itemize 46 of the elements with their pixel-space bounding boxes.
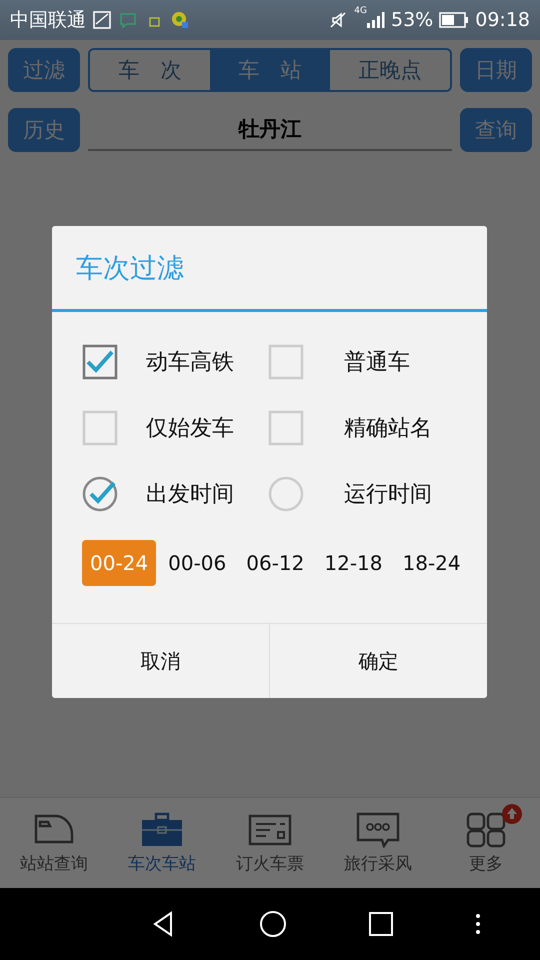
date-button[interactable]: 日期 [460,48,532,92]
option-label: 动车高铁 [146,349,234,377]
network-type: 4G [354,6,367,16]
carrier-name: 中国联通 [10,8,86,33]
option-label: 出发时间 [146,481,234,509]
option-label: 运行时间 [344,481,432,509]
checkbox[interactable] [82,410,118,446]
radio-button[interactable] [268,476,304,512]
update-badge [502,804,522,824]
briefcase-icon [140,812,184,848]
battery-icon [439,11,470,29]
clock: 09:18 [475,9,530,31]
image-icon [92,10,112,30]
radio-button[interactable] [82,476,118,512]
time-range-chip[interactable]: 06-12 [238,540,312,586]
checkbox[interactable] [82,344,118,380]
nav-item[interactable]: 订火车票 [216,798,324,888]
checkbox[interactable] [268,410,304,446]
signal-icon [365,10,385,30]
home-icon[interactable] [258,909,288,939]
mute-icon [328,10,348,30]
dialog-button[interactable]: 确定 [269,624,487,698]
app-icon [170,10,190,30]
more-icon[interactable] [474,912,481,936]
dialog-title: 车次过滤 [52,226,487,312]
time-range-chip[interactable]: 18-24 [394,540,469,586]
nav-item[interactable]: 车次车站 [108,798,216,888]
chat-bubble-icon [356,812,400,848]
time-range-chip[interactable]: 00-06 [160,540,234,586]
search-button[interactable]: 查询 [460,108,532,152]
option-label: 普通车 [344,349,410,377]
checkbox[interactable] [268,344,304,380]
battery-percent: 53% [391,9,434,31]
option-label: 仅始发车 [146,415,234,443]
nav-item[interactable]: 旅行采风 [324,798,432,888]
time-range-chip[interactable]: 12-18 [316,540,390,586]
segment-tab[interactable]: 车 站 [210,50,330,90]
time-range-chip[interactable]: 00-24 [82,540,156,586]
station-field[interactable]: 牡丹江 [88,109,452,151]
nav-item[interactable]: 更多 [432,798,540,888]
nav-item[interactable]: 站站查询 [0,798,108,888]
filter-button[interactable]: 过滤 [8,48,80,92]
history-button[interactable]: 历史 [8,108,80,152]
option-label: 精确站名 [344,415,432,443]
grid-icon [464,812,508,848]
dialog-button[interactable]: 取消 [52,624,269,698]
